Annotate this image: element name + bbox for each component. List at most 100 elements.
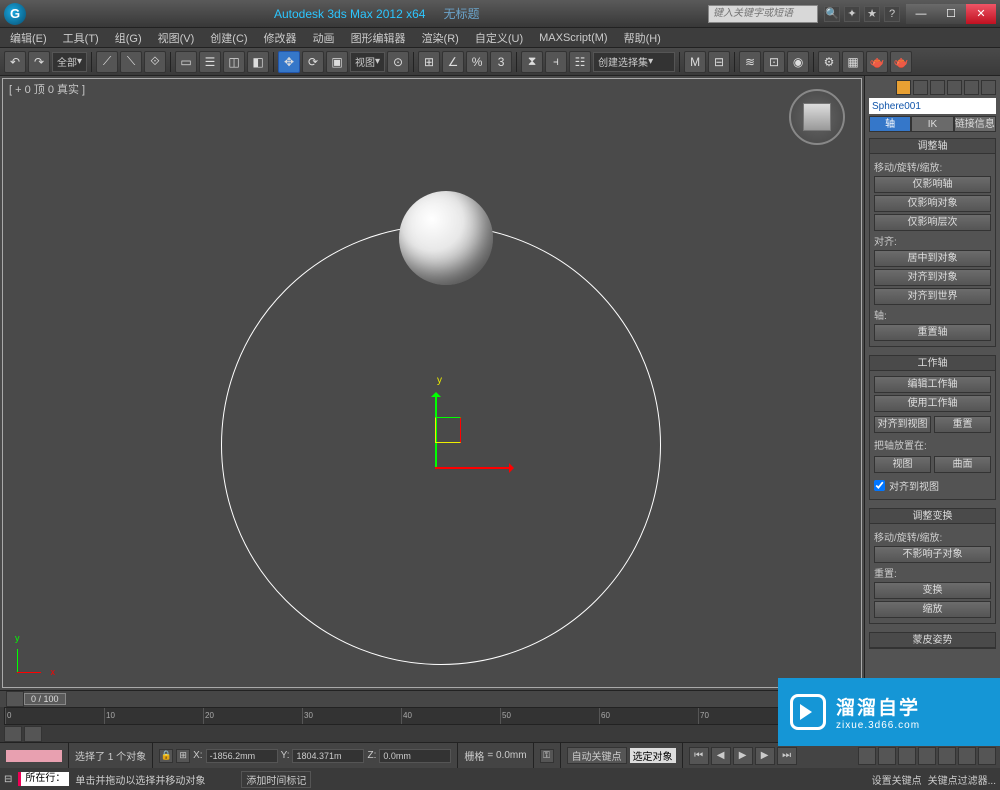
unlink-button[interactable]: ⟍ <box>120 51 142 73</box>
play-button[interactable]: ▶ <box>733 747 753 765</box>
material-button[interactable]: ◉ <box>787 51 809 73</box>
move-gizmo[interactable]: y <box>435 389 525 479</box>
align-to-view-check-input[interactable] <box>874 480 885 491</box>
rollout-header[interactable]: 调整轴 <box>870 139 995 154</box>
rollout-header[interactable]: 工作轴 <box>870 356 995 371</box>
align-to-view-button[interactable]: 对齐到视图 <box>874 416 931 433</box>
angle-snap-button[interactable]: ∠ <box>442 51 464 73</box>
menu-view[interactable]: 视图(V) <box>150 30 203 46</box>
goto-start-button[interactable]: ⏮ <box>689 747 709 765</box>
rollout-header[interactable]: 调整变换 <box>870 509 995 524</box>
track-toggle-icon[interactable] <box>24 726 42 742</box>
timeline-config-icon[interactable] <box>6 691 24 707</box>
goto-end-button[interactable]: ⏭ <box>777 747 797 765</box>
snap-button[interactable]: ⊞ <box>418 51 440 73</box>
reset-scale-button[interactable]: 缩放 <box>874 601 991 618</box>
panel-tab-hierarchy-icon[interactable] <box>930 80 945 95</box>
tool-icon[interactable]: ★ <box>864 6 880 22</box>
affect-hierarchy-only-button[interactable]: 仅影响层次 <box>874 214 991 231</box>
reset-transform-button[interactable]: 变换 <box>874 582 991 599</box>
rollout-header[interactable]: 蒙皮姿势 <box>870 633 995 648</box>
mirror2-button[interactable]: M <box>684 51 706 73</box>
maximize-viewport-button[interactable] <box>978 747 996 765</box>
menu-modifiers[interactable]: 修改器 <box>256 30 305 46</box>
align-to-world-button[interactable]: 对齐到世界 <box>874 288 991 305</box>
align-to-view-checkbox[interactable]: 对齐到视图 <box>874 478 991 493</box>
prev-frame-button[interactable]: ◀ <box>711 747 731 765</box>
menu-maxscript[interactable]: MAXScript(M) <box>531 32 615 44</box>
selection-lock-indicator[interactable] <box>6 750 62 762</box>
pan-button[interactable] <box>938 747 956 765</box>
gizmo-x-axis[interactable] <box>435 467 513 469</box>
mirror-button[interactable]: ⧗ <box>521 51 543 73</box>
named-selset-dropdown[interactable]: 创建选择集 ▾ <box>593 52 675 72</box>
undo-button[interactable]: ↶ <box>4 51 26 73</box>
menu-animation[interactable]: 动画 <box>305 30 343 46</box>
menu-edit[interactable]: 编辑(E) <box>2 30 55 46</box>
redo-button[interactable]: ↷ <box>28 51 50 73</box>
object-name-field[interactable]: Sphere001 <box>869 98 996 114</box>
render-frame-button[interactable]: ▦ <box>842 51 864 73</box>
reset-working-pivot-button[interactable]: 重置 <box>934 416 991 433</box>
panel-tab-display-icon[interactable] <box>964 80 979 95</box>
select-region-button[interactable]: ◫ <box>223 51 245 73</box>
render-button[interactable]: 🫖 <box>866 51 888 73</box>
autokey-button[interactable]: 自动关键点 <box>567 747 627 764</box>
tool-icon[interactable]: ✦ <box>844 6 860 22</box>
viewport-label[interactable]: [ + 0 顶 0 真实 ] <box>9 81 85 97</box>
menu-customize[interactable]: 自定义(U) <box>467 30 531 46</box>
quick-render-button[interactable]: 🫖 <box>890 51 912 73</box>
rotate-button[interactable]: ⟳ <box>302 51 324 73</box>
coord-y-input[interactable] <box>292 749 364 763</box>
align-to-object-button[interactable]: 对齐到对象 <box>874 269 991 286</box>
scope-dropdown[interactable]: 全部 ▾ <box>52 52 87 72</box>
tab-ik[interactable]: IK <box>911 116 953 132</box>
viewport[interactable]: [ + 0 顶 0 真实 ] y y x <box>2 78 862 688</box>
menu-group[interactable]: 组(G) <box>107 30 150 46</box>
place-view-button[interactable]: 视图 <box>874 456 931 473</box>
pivot-button[interactable]: ⊙ <box>387 51 409 73</box>
center-to-object-button[interactable]: 居中到对象 <box>874 250 991 267</box>
zoom-region-button[interactable] <box>918 747 936 765</box>
percent-snap-button[interactable]: % <box>466 51 488 73</box>
edit-working-pivot-button[interactable]: 编辑工作轴 <box>874 376 991 393</box>
zoom-extents-button[interactable] <box>898 747 916 765</box>
curve-editor-button[interactable]: ≋ <box>739 51 761 73</box>
app-icon[interactable]: G <box>4 3 26 25</box>
coord-z-input[interactable] <box>379 749 451 763</box>
layer-button[interactable]: ☷ <box>569 51 591 73</box>
maximize-button[interactable]: ☐ <box>936 4 966 24</box>
menu-create[interactable]: 创建(C) <box>202 30 255 46</box>
reset-pivot-button[interactable]: 重置轴 <box>874 324 991 341</box>
bind-button[interactable]: ⟐ <box>144 51 166 73</box>
schematic-button[interactable]: ⊡ <box>763 51 785 73</box>
affect-object-only-button[interactable]: 仅影响对象 <box>874 195 991 212</box>
track-toggle-icon[interactable] <box>4 726 22 742</box>
select-button[interactable]: ▭ <box>175 51 197 73</box>
use-working-pivot-button[interactable]: 使用工作轴 <box>874 395 991 412</box>
menu-help[interactable]: 帮助(H) <box>616 30 669 46</box>
panel-tab-create-icon[interactable] <box>896 80 911 95</box>
affect-pivot-only-button[interactable]: 仅影响轴 <box>874 176 991 193</box>
key-filters-button[interactable]: 关键点过滤器... <box>928 772 996 787</box>
zoom-all-button[interactable] <box>878 747 896 765</box>
select-link-button[interactable]: ⟋ <box>96 51 118 73</box>
align-button[interactable]: ⫞ <box>545 51 567 73</box>
key-icon[interactable]: ⚿ <box>540 749 554 763</box>
key-filter-dropdown[interactable]: 选定对象 <box>630 748 676 763</box>
menu-grapheditors[interactable]: 图形编辑器 <box>343 30 414 46</box>
tool-icon[interactable]: 🔍 <box>824 6 840 22</box>
gizmo-xy-plane[interactable] <box>435 417 461 443</box>
refcoord-dropdown[interactable]: 视图 ▾ <box>350 52 385 72</box>
lock-icon[interactable]: 🔒 <box>159 749 173 763</box>
menu-rendering[interactable]: 渲染(R) <box>414 30 467 46</box>
dont-affect-children-button[interactable]: 不影响子对象 <box>874 546 991 563</box>
tool-icon[interactable]: ? <box>884 6 900 22</box>
panel-tab-utilities-icon[interactable] <box>981 80 996 95</box>
panel-tab-motion-icon[interactable] <box>947 80 962 95</box>
coord-x-input[interactable] <box>206 749 278 763</box>
help-search-input[interactable] <box>708 5 818 23</box>
tab-linkinfo[interactable]: 链接信息 <box>954 116 996 132</box>
render-setup-button[interactable]: ⚙ <box>818 51 840 73</box>
set-key-button[interactable]: 设置关键点 <box>872 772 922 787</box>
